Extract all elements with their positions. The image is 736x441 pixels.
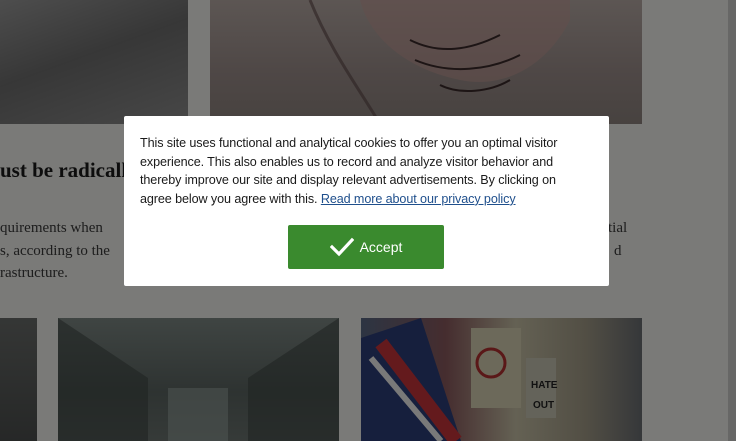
accept-button-label: Accept — [359, 239, 403, 255]
accept-button[interactable]: Accept — [288, 225, 444, 269]
privacy-policy-link[interactable]: Read more about our privacy policy — [321, 192, 516, 206]
cookie-consent-dialog: This site uses functional and analytical… — [124, 116, 609, 286]
checkmark-icon — [329, 237, 354, 257]
cookie-message: This site uses functional and analytical… — [140, 134, 580, 208]
